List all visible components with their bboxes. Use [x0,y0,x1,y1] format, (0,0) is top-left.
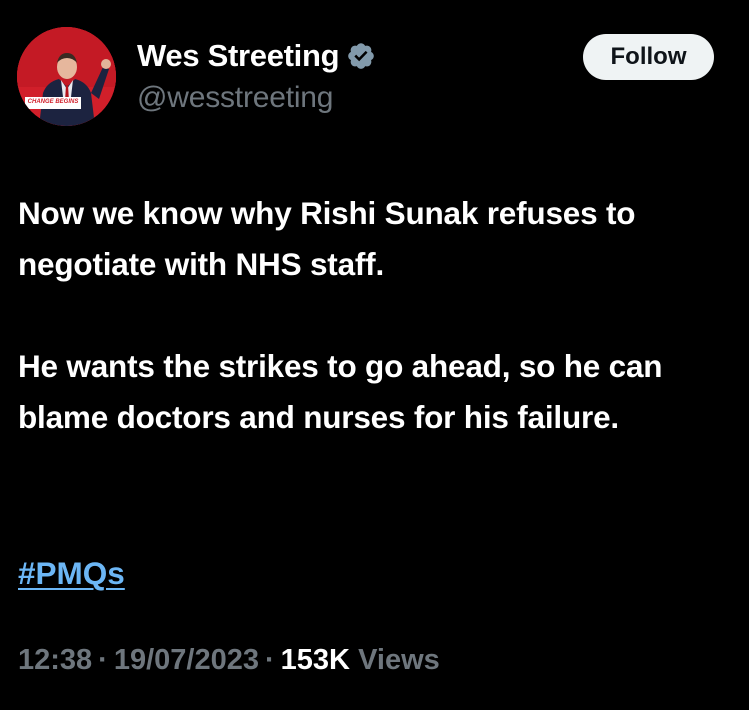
author-display-name[interactable]: Wes Streeting [137,38,340,74]
tweet-paragraph: He wants the strikes to go ahead, so he … [18,348,663,435]
tweet-meta: 12:38 · 19/07/2023 · 153K Views [18,640,440,680]
follow-button[interactable]: Follow [583,34,714,80]
meta-separator: · [265,644,275,676]
hashtag-link[interactable]: #PMQs [18,548,125,599]
avatar-photo [17,27,116,126]
tweet-date[interactable]: 19/07/2023 [114,644,259,676]
tweet-body: Now we know why Rishi Sunak refuses to n… [18,188,738,443]
views-count: 153K [280,644,350,676]
tweet-time[interactable]: 12:38 [18,644,92,676]
author-name-row: Wes Streeting [137,36,376,76]
views-label: Views [358,644,440,676]
avatar[interactable]: CHANGE BEGINS [17,27,116,126]
tweet-paragraph: Now we know why Rishi Sunak refuses to n… [18,195,636,282]
meta-separator: · [98,644,108,676]
verified-badge-icon[interactable] [346,41,376,71]
avatar-banner-text: CHANGE BEGINS [27,99,79,105]
author-handle[interactable]: @wesstreeting [137,81,333,115]
